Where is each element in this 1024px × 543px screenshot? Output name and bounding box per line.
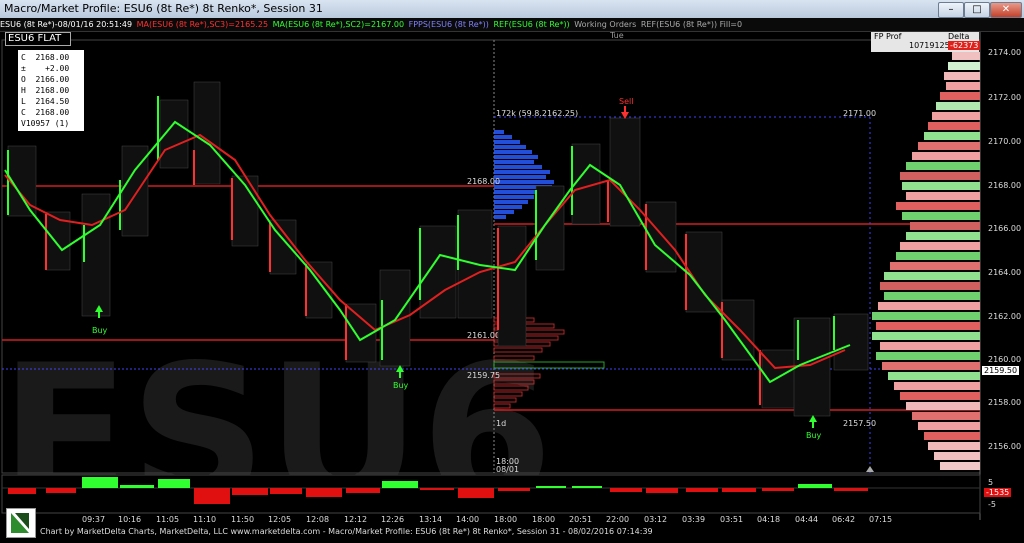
time-tick: 22:00 — [606, 515, 630, 524]
label-2157-50: 2157.50 — [843, 419, 876, 428]
chart-canvas[interactable]: ESU6 2168.00 2161.00 2159.75 2157.50 217… — [0, 32, 1024, 543]
buy-signal-2-label: Buy — [393, 381, 409, 390]
price-tick: 2166.00 — [988, 224, 1022, 233]
time-tick: 04:18 — [757, 515, 781, 524]
study-legend-bar: ESU6 (8t Re*)-08/01/16 20:51:49 MA(ESU6 … — [0, 18, 1024, 32]
fp-profile-box[interactable]: FP Prof Delta 10719125 -62373 — [871, 32, 981, 52]
time-tick: 04:44 — [795, 515, 819, 524]
close-button[interactable]: ✕ — [990, 2, 1022, 18]
price-tick: 2160.00 — [988, 355, 1022, 364]
buy-signal-1-label: Buy — [92, 326, 108, 335]
time-tick: 13:14 — [419, 515, 443, 524]
legend-item-ref[interactable]: REF(ESU6 (8t Re*)) — [493, 20, 569, 29]
time-tick: 11:05 — [156, 515, 180, 524]
time-tick: 07:15 — [869, 515, 893, 524]
label-session-date: 08/01 — [496, 465, 519, 474]
ohlc-row: C 2168.00 — [21, 108, 70, 117]
delta-axis-top: 5 — [988, 478, 994, 487]
ohlc-data-box: C 2168.00 ± +2.00 O 2166.00 H 2168.00 L … — [18, 50, 84, 131]
time-tick: 03:51 — [720, 515, 744, 524]
window-titlebar: Macro/Market Profile: ESU6 (8t Re*) 8t R… — [0, 0, 1024, 18]
ohlc-row: V10957 (1) — [21, 119, 70, 128]
price-tick: 2172.00 — [988, 93, 1022, 102]
minimize-button[interactable]: – — [938, 2, 964, 18]
fp-volume-value: 10719125 — [909, 41, 950, 50]
price-tick: 2168.00 — [988, 181, 1022, 190]
time-tick: 12:05 — [268, 515, 292, 524]
label-2159-75: 2159.75 — [467, 371, 500, 380]
label-poc-volume: 172k (59.8.2162.25) — [496, 109, 578, 118]
marketdelta-logo — [6, 508, 36, 538]
delta-current-tag: -1535 — [984, 488, 1012, 497]
ohlc-row: ± +2.00 — [21, 64, 70, 73]
fp-prof-label: FP Prof — [874, 32, 902, 41]
legend-item-working-orders[interactable]: Working Orders — [574, 20, 636, 29]
price-tick: 2174.00 — [988, 48, 1022, 57]
current-price-tag: 2159.50 — [982, 366, 1020, 375]
label-2171: 2171.00 — [843, 109, 876, 118]
price-tick: 2170.00 — [988, 137, 1022, 146]
symbol-status-box: ESU6 FLAT — [5, 32, 71, 46]
time-tick: 03:12 — [644, 515, 668, 524]
legend-item-ma-sc2[interactable]: MA(ESU6 (8t Re*),SC2)=2167.00 — [273, 20, 404, 29]
time-tick: 09:37 — [82, 515, 106, 524]
legend-item-ref-fill[interactable]: REF(ESU6 (8t Re*)) Fill=0 — [641, 20, 742, 29]
label-2161: 2161.00 — [467, 331, 500, 340]
time-tick: 20:51 — [569, 515, 593, 524]
time-tick: 06:42 — [832, 515, 856, 524]
legend-item-ma-sc3[interactable]: MA(ESU6 (8t Re*),SC3)=2165.25 — [137, 20, 268, 29]
label-day: Tue — [609, 32, 624, 40]
time-tick: 03:39 — [682, 515, 706, 524]
ohlc-row: L 2164.50 — [21, 97, 70, 106]
label-1d: 1d — [496, 419, 506, 428]
price-tick: 2162.00 — [988, 312, 1022, 321]
legend-item-price[interactable]: ESU6 (8t Re*)-08/01/16 20:51:49 — [0, 20, 132, 29]
maximize-button[interactable]: □ — [964, 2, 990, 18]
price-tick: 2156.00 — [988, 442, 1022, 451]
label-2168: 2168.00 — [467, 177, 500, 186]
delta-axis-bottom: -5 — [988, 500, 996, 509]
ohlc-row: H 2168.00 — [21, 86, 70, 95]
time-tick: 12:26 — [381, 515, 405, 524]
time-tick: 11:10 — [193, 515, 217, 524]
window-title: Macro/Market Profile: ESU6 (8t Re*) 8t R… — [4, 2, 323, 15]
time-tick: 14:00 — [456, 515, 480, 524]
price-tick: 2164.00 — [988, 268, 1022, 277]
sell-signal-1-label: Sell — [619, 97, 633, 106]
chart-footer: Chart by MarketDelta Charts, MarketDelta… — [40, 527, 653, 536]
ohlc-row: C 2168.00 — [21, 53, 70, 62]
time-tick: 11:50 — [231, 515, 255, 524]
time-tick: 18:00 — [494, 515, 518, 524]
legend-item-fpps[interactable]: FPPS(ESU6 (8t Re*)) — [409, 20, 489, 29]
time-tick: 18:00 — [532, 515, 556, 524]
time-tick: 12:08 — [306, 515, 330, 524]
price-tick: 2158.00 — [988, 398, 1022, 407]
buy-signal-3-label: Buy — [806, 431, 822, 440]
fp-delta-value: -62373 — [948, 41, 981, 50]
fp-delta-label: Delta — [948, 32, 970, 41]
time-tick: 10:16 — [118, 515, 142, 524]
ohlc-row: O 2166.00 — [21, 75, 70, 84]
time-tick: 12:12 — [344, 515, 368, 524]
